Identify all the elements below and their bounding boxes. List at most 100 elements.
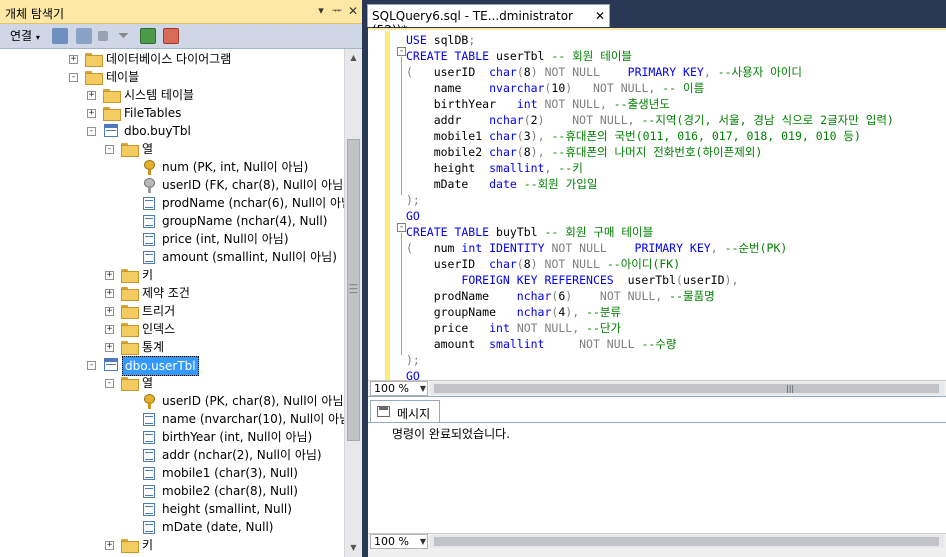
expand-icon[interactable]: +: [105, 307, 114, 316]
filter-icon[interactable]: ⏷: [118, 28, 134, 44]
tree-node-column[interactable]: birthYear (int, Null이 아님): [0, 428, 344, 446]
tree-node-label: 키: [142, 268, 154, 282]
collapse-icon[interactable]: -: [69, 73, 78, 82]
tree-node-label: name (nvarchar(10), Null이 아님): [162, 412, 344, 426]
tree-node-column[interactable]: name (nvarchar(10), Null이 아님): [0, 410, 344, 428]
tree-node-usertbl-columns[interactable]: - 열: [0, 374, 344, 392]
column-icon: [143, 467, 155, 480]
tree-node-column[interactable]: mDate (date, Null): [0, 518, 344, 536]
tab-messages[interactable]: 메시지: [370, 400, 440, 422]
expand-icon[interactable]: +: [105, 343, 114, 352]
object-explorer-toolbar: 연결 ▾ ⏷: [0, 24, 362, 49]
refresh-icon[interactable]: [140, 28, 156, 44]
expand-icon[interactable]: +: [69, 55, 78, 64]
close-icon[interactable]: ✕: [346, 3, 360, 19]
tree-node-usertbl[interactable]: - dbo.userTbl: [0, 356, 344, 376]
editor-gutter: [368, 30, 390, 382]
tree-node-column[interactable]: prodName (nchar(6), Null이 아님): [0, 194, 344, 212]
tree-node-label: 테이블: [106, 70, 140, 84]
collapse-icon[interactable]: -: [105, 379, 114, 388]
column-icon: [143, 449, 155, 462]
editor-zoom-select[interactable]: 100 % ▼: [370, 381, 428, 396]
collapse-icon[interactable]: -: [87, 127, 96, 136]
scrollbar-thumb[interactable]: |||: [434, 384, 939, 393]
table-icon: [104, 124, 118, 137]
tree-node-column[interactable]: mobile2 (char(8), Null): [0, 482, 344, 500]
sql-editor[interactable]: - - USE sqlDB; CREATE TABLE userTbl -- 회…: [368, 28, 946, 383]
tree-node-label: groupName (nchar(4), Null): [162, 214, 328, 228]
messages-icon: [377, 406, 390, 417]
tree-node-keys[interactable]: + 키: [0, 266, 344, 284]
object-explorer-tree: + 데이터베이스 다이어그램 - 테이블 + 시스템 테이블 + FileTab…: [0, 49, 344, 557]
tree-node-triggers[interactable]: + 트리거: [0, 302, 344, 320]
tree-node-buytbl-columns[interactable]: - 열: [0, 140, 344, 158]
scrollbar-thumb[interactable]: [434, 537, 939, 546]
tree-node-database-diagrams[interactable]: + 데이터베이스 다이어그램: [0, 50, 344, 68]
collapse-region-icon[interactable]: -: [397, 47, 406, 56]
tree-node-column[interactable]: addr (nchar(2), Null이 아님): [0, 446, 344, 464]
collapse-icon[interactable]: -: [105, 145, 114, 154]
outline-line: [401, 57, 402, 195]
expand-icon[interactable]: +: [105, 325, 114, 334]
expand-icon[interactable]: +: [105, 289, 114, 298]
tree-node-tables[interactable]: - 테이블: [0, 68, 344, 86]
primary-key-icon: [143, 394, 155, 409]
folder-icon: [121, 377, 139, 391]
tree-node-indexes[interactable]: + 인덱스: [0, 320, 344, 338]
scroll-up-icon[interactable]: ▲: [346, 50, 361, 66]
tree-node-column[interactable]: userID (PK, char(8), Null이 아님): [0, 392, 344, 410]
expand-icon[interactable]: +: [87, 91, 96, 100]
disconnect-icon[interactable]: [76, 28, 92, 44]
tree-node-label: birthYear (int, Null이 아님): [162, 430, 313, 444]
folder-icon: [121, 323, 139, 337]
activity-monitor-icon[interactable]: [163, 28, 179, 44]
tree-node-system-tables[interactable]: + 시스템 테이블: [0, 86, 344, 104]
pin-icon[interactable]: ᅲ: [330, 3, 344, 19]
tree-node-label: 데이터베이스 다이어그램: [106, 52, 232, 66]
results-zoom-select[interactable]: 100 % ▼: [370, 534, 428, 549]
column-icon: [143, 521, 155, 534]
folder-icon: [103, 107, 121, 121]
tree-node-label: FileTables: [124, 106, 182, 120]
tree-node-column[interactable]: amount (smallint, Null이 아님): [0, 248, 344, 266]
tree-node-column[interactable]: groupName (nchar(4), Null): [0, 212, 344, 230]
column-icon: [143, 215, 155, 228]
stop-icon[interactable]: [98, 31, 108, 41]
connect-object-explorer-icon[interactable]: [52, 28, 68, 44]
chevron-down-icon: ▼: [419, 537, 426, 546]
tree-node-column[interactable]: userID (FK, char(8), Null이 아님): [0, 176, 344, 194]
tree-node-filetables[interactable]: + FileTables: [0, 104, 344, 122]
change-tracking-bar: [385, 31, 390, 381]
expand-icon[interactable]: +: [105, 271, 114, 280]
tree-node-buytbl[interactable]: - dbo.buyTbl: [0, 122, 344, 140]
results-horizontal-scrollbar[interactable]: [430, 535, 944, 548]
column-icon: [143, 197, 155, 210]
tree-node-column[interactable]: height (smallint, Null): [0, 500, 344, 518]
tree-node-column[interactable]: num (PK, int, Null이 아님): [0, 158, 344, 176]
tree-vertical-scrollbar[interactable]: ▲ — — — ▼: [344, 49, 362, 557]
tree-node-column[interactable]: mobile1 (char(3), Null): [0, 464, 344, 482]
chevron-down-icon: ▾: [35, 33, 40, 42]
tree-node-keys[interactable]: + 키: [0, 536, 344, 554]
editor-horizontal-scrollbar[interactable]: |||: [430, 382, 944, 395]
tree-node-constraints[interactable]: + 제약 조건: [0, 284, 344, 302]
document-tab-strip: SQLQuery6.sql - TE...dministrator (52))*…: [362, 0, 946, 37]
scrollbar-thumb[interactable]: — — —: [347, 139, 360, 441]
collapse-region-icon[interactable]: -: [397, 223, 406, 232]
scroll-down-icon[interactable]: ▼: [346, 540, 361, 556]
connect-button[interactable]: 연결 ▾: [10, 27, 40, 45]
tree-node-label: mDate (date, Null): [162, 520, 274, 534]
tree-node-column[interactable]: price (int, Null이 아님): [0, 230, 344, 248]
close-tab-icon[interactable]: ✕: [595, 9, 605, 23]
expand-icon[interactable]: +: [87, 109, 96, 118]
results-pane: 메시지 명령이 완료되었습니다. 100 % ▼: [368, 396, 946, 557]
folder-icon: [121, 287, 139, 301]
tree-node-statistics[interactable]: + 통계: [0, 338, 344, 356]
expand-icon[interactable]: +: [105, 541, 114, 550]
grip-icon: — — —: [349, 280, 358, 298]
window-position-dropdown-icon[interactable]: ▾: [314, 3, 328, 19]
tree-node-label: mobile2 (char(8), Null): [162, 484, 298, 498]
folder-icon: [85, 71, 103, 85]
collapse-icon[interactable]: -: [87, 361, 96, 370]
tab-sqlquery6[interactable]: SQLQuery6.sql - TE...dministrator (52))*…: [367, 4, 610, 37]
